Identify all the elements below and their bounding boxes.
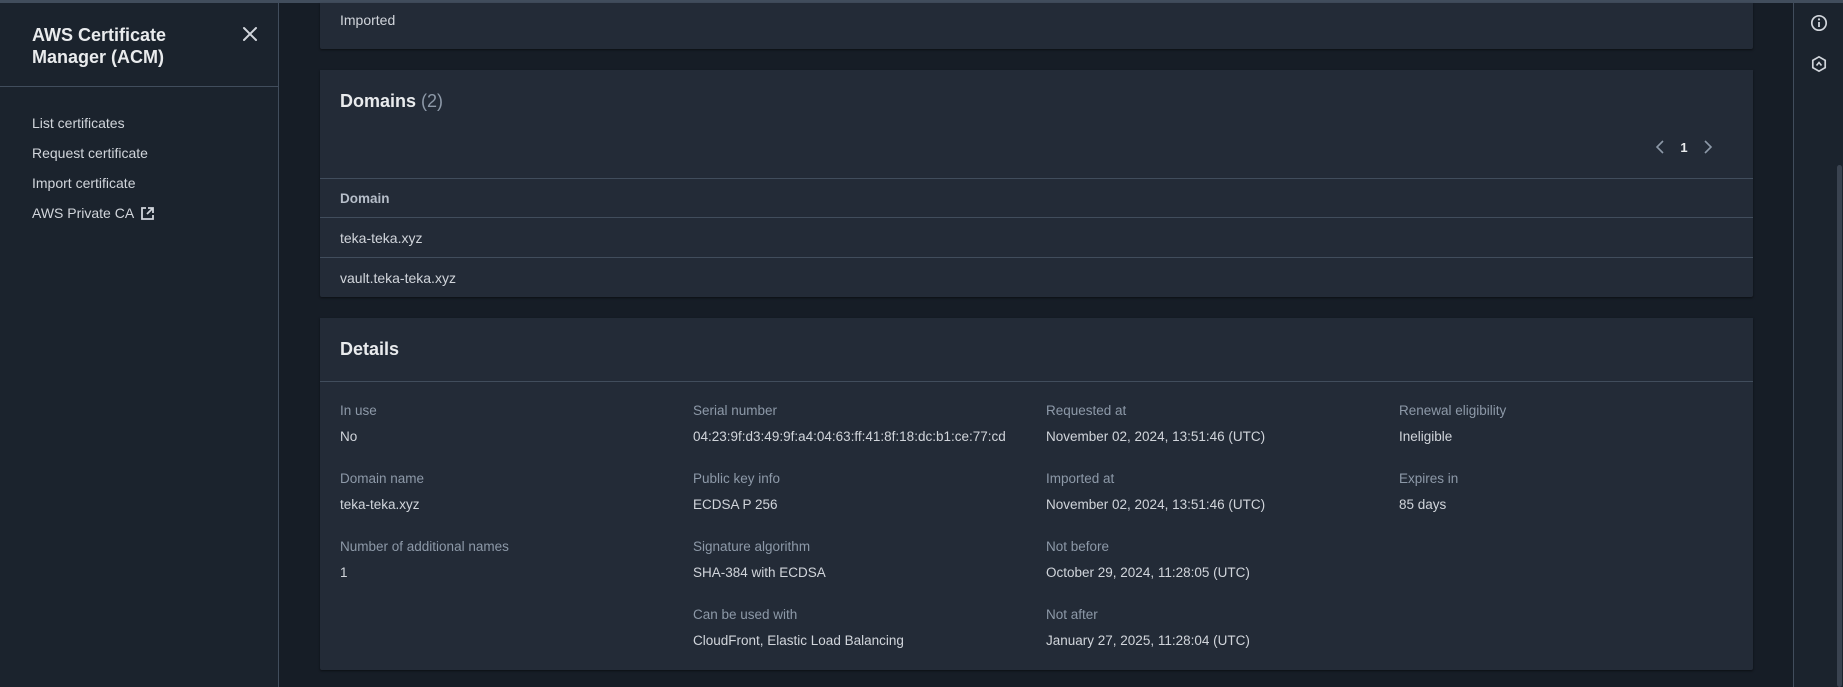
field-value: CloudFront, Elastic Load Balancing (693, 633, 904, 648)
field-value: teka-teka.xyz (340, 497, 420, 512)
field-value: 85 days (1399, 497, 1447, 512)
sidebar-item-list-certificates[interactable]: List certificates (32, 108, 155, 138)
domains-count: (2) (421, 91, 444, 111)
field-value: January 27, 2025, 11:28:04 (UTC) (1046, 633, 1250, 648)
divider (320, 381, 1753, 382)
field-value: 1 (340, 565, 348, 580)
sidebar-item-label: Request certificate (32, 145, 148, 161)
field-expires-in: Expires in 85 days (1399, 470, 1458, 514)
column-header-domain[interactable]: Domain (320, 178, 1753, 218)
domains-card: Domains (2) 1 Domain teka-teka.xyz vault… (320, 70, 1753, 297)
scrollbar[interactable] (1834, 3, 1843, 687)
table-row: vault.teka-teka.xyz (320, 258, 1753, 298)
external-link-icon (140, 206, 155, 221)
details-card: Details In use No Domain name teka-teka.… (320, 318, 1753, 670)
domains-table: Domain teka-teka.xyz vault.teka-teka.xyz (320, 178, 1753, 298)
sidebar-title[interactable]: AWS Certificate Manager (ACM) (32, 24, 222, 68)
field-renewal-eligibility: Renewal eligibility Ineligible (1399, 402, 1506, 446)
page-number[interactable]: 1 (1672, 140, 1696, 155)
field-additional-names: Number of additional names 1 (340, 538, 509, 582)
field-public-key-info: Public key info ECDSA P 256 (693, 470, 780, 514)
field-label: Signature algorithm (693, 539, 811, 554)
domain-cell: teka-teka.xyz (340, 229, 423, 246)
field-not-before: Not before October 29, 2024, 11:28:05 (U… (1046, 538, 1250, 582)
field-can-be-used-with: Can be used with CloudFront, Elastic Loa… (693, 606, 904, 650)
field-label: Serial number (693, 403, 778, 418)
details-title: Details (340, 339, 400, 359)
field-value: No (340, 429, 358, 444)
sidebar-nav: List certificates Request certificate Im… (32, 108, 155, 228)
settings-hex-icon[interactable] (1809, 54, 1829, 74)
field-not-after: Not after January 27, 2025, 11:28:04 (UT… (1046, 606, 1250, 650)
field-label: Public key info (693, 471, 781, 486)
field-imported-at: Imported at November 02, 2024, 13:51:46 … (1046, 470, 1265, 514)
certificate-type-value: Imported (340, 12, 396, 28)
domains-title: Domains (340, 91, 417, 111)
field-label: Number of additional names (340, 539, 509, 554)
field-requested-at: Requested at November 02, 2024, 13:51:46… (1046, 402, 1265, 446)
chevron-left-icon[interactable] (1648, 135, 1672, 159)
field-label: Can be used with (693, 607, 798, 622)
scrollbar-thumb[interactable] (1837, 165, 1842, 687)
field-value: SHA-384 with ECDSA (693, 565, 826, 580)
field-serial-number: Serial number 04:23:9f:d3:49:9f:a4:04:63… (693, 402, 1006, 446)
sidebar-item-label: List certificates (32, 115, 125, 131)
field-label: Imported at (1046, 471, 1115, 486)
field-label: In use (340, 403, 377, 418)
certificate-status-card: Imported (320, 3, 1753, 49)
field-domain-name: Domain name teka-teka.xyz (340, 470, 424, 514)
field-label: Not before (1046, 539, 1110, 554)
table-row: teka-teka.xyz (320, 218, 1753, 258)
field-label: Requested at (1046, 403, 1127, 418)
sidebar-item-label: AWS Private CA (32, 205, 135, 221)
field-value: November 02, 2024, 13:51:46 (UTC) (1046, 429, 1266, 444)
field-value: November 02, 2024, 13:51:46 (UTC) (1046, 497, 1266, 512)
pagination: 1 (1648, 135, 1720, 159)
field-label: Domain name (340, 471, 425, 486)
field-value: ECDSA P 256 (693, 497, 778, 512)
field-label: Renewal eligibility (1399, 403, 1507, 418)
sidebar-item-request-certificate[interactable]: Request certificate (32, 138, 155, 168)
close-icon[interactable] (239, 23, 261, 45)
domain-cell: vault.teka-teka.xyz (340, 270, 456, 286)
chevron-right-icon[interactable] (1696, 135, 1720, 159)
field-value: October 29, 2024, 11:28:05 (UTC) (1046, 565, 1250, 580)
field-in-use: In use No (340, 402, 377, 446)
sidebar-item-label: Import certificate (32, 175, 136, 191)
side-navigation: AWS Certificate Manager (ACM) List certi… (0, 3, 279, 687)
sidebar-item-import-certificate[interactable]: Import certificate (32, 168, 155, 198)
info-icon[interactable] (1809, 13, 1829, 33)
field-label: Not after (1046, 607, 1098, 622)
sidebar-item-aws-private-ca[interactable]: AWS Private CA (32, 198, 155, 228)
field-label: Expires in (1399, 471, 1459, 486)
field-signature-algorithm: Signature algorithm SHA-384 with ECDSA (693, 538, 826, 582)
field-value: Ineligible (1399, 429, 1453, 444)
domains-heading: Domains (2) (340, 91, 443, 112)
field-value: 04:23:9f:d3:49:9f:a4:04:63:ff:41:8f:18:d… (693, 429, 1006, 444)
tools-rail (1793, 3, 1843, 687)
sidebar-header: AWS Certificate Manager (ACM) (0, 3, 278, 87)
